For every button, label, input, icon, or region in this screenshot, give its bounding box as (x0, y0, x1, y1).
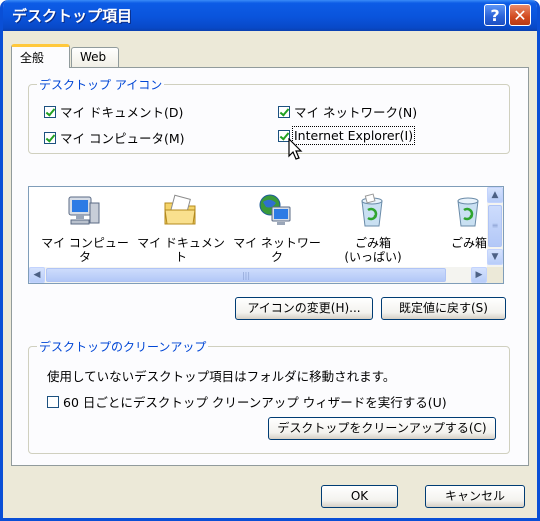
scroll-right-button[interactable]: ▶ (471, 267, 487, 283)
icon-item-my-computer[interactable]: マイ コンピュータ (39, 187, 131, 267)
tab-web[interactable]: Web (71, 47, 119, 67)
icon-label: マイ コンピュータ (41, 236, 129, 264)
checkbox-my-computer[interactable]: マイ コンピュータ(M) (44, 128, 185, 147)
arrow-right-icon: ▶ (475, 270, 483, 280)
cancel-button[interactable]: キャンセル (425, 485, 525, 508)
icon-label: マイ ドキュメント (137, 236, 225, 264)
restore-default-button[interactable]: 既定値に戻す(S) (381, 297, 506, 320)
scroll-up-button[interactable]: ▲ (487, 187, 503, 203)
checkbox-cleanup-wizard[interactable]: 60 日ごとにデスクトップ クリーンアップ ウィザードを実行する(U) (47, 392, 447, 411)
ok-button[interactable]: OK (321, 485, 398, 508)
my-documents-icon (164, 194, 196, 225)
tab-web-label: Web (80, 50, 107, 64)
checkbox-box[interactable] (278, 105, 290, 118)
arrow-left-icon: ◀ (33, 270, 41, 280)
close-button[interactable]: ✕ (509, 4, 531, 26)
icon-label: マイ ネットワーク (233, 236, 321, 264)
icon-item-my-network[interactable]: マイ ネットワーク (231, 187, 323, 267)
arrow-down-icon: ▼ (491, 252, 499, 262)
title-bar[interactable]: デスクトップ項目 ? ✕ (3, 0, 537, 31)
tab-general[interactable]: 全般 (11, 44, 70, 68)
horizontal-scrollbar[interactable]: ◀ ||| ▶ (29, 267, 487, 283)
my-computer-icon (68, 196, 100, 225)
checkbox-label: マイ ネットワーク(N) (294, 105, 418, 120)
arrow-up-icon: ▲ (491, 190, 499, 200)
cleanup-now-button-label: デスクトップをクリーンアップする(C) (277, 421, 487, 435)
checkbox-label: 60 日ごとにデスクトップ クリーンアップ ウィザードを実行する(U) (63, 395, 447, 410)
vertical-scrollbar[interactable]: ▲ ≡ ▼ (487, 187, 503, 267)
desktop-cleanup-group-title: デスクトップのクリーンアップ (37, 338, 209, 355)
ok-button-label: OK (350, 489, 369, 503)
icon-label: ごみ箱 (いっぱい) (344, 236, 402, 264)
change-icon-button[interactable]: アイコンの変更(H)... (235, 297, 373, 320)
recycle-bin-icon (457, 197, 479, 227)
checkbox-box[interactable] (47, 395, 59, 408)
desktop-icon-list[interactable]: マイ コンピュータ マイ ドキュメント マイ ネットワーク ごみ箱 (いっぱい)… (28, 186, 504, 284)
scroll-down-button[interactable]: ▼ (487, 249, 503, 265)
checkbox-my-network[interactable]: マイ ネットワーク(N) (278, 102, 417, 121)
question-icon: ? (490, 6, 500, 25)
my-network-icon (259, 194, 291, 225)
checkbox-label: マイ ドキュメント(D) (60, 105, 184, 120)
mouse-cursor-icon (288, 138, 303, 160)
close-icon: ✕ (513, 6, 527, 25)
horizontal-scroll-thumb[interactable]: ||| (46, 268, 446, 282)
icon-item-recycle-bin-full[interactable]: ごみ箱 (いっぱい) (327, 187, 419, 267)
cancel-button-label: キャンセル (444, 489, 505, 503)
window-title: デスクトップ項目 (12, 7, 133, 25)
cleanup-description: 使用していないデスクトップ項目はフォルダに移動されます。 (47, 369, 396, 384)
change-icon-button-label: アイコンの変更(H)... (247, 301, 361, 315)
scroll-left-button[interactable]: ◀ (29, 267, 45, 283)
help-button[interactable]: ? (484, 4, 506, 26)
checkbox-label: マイ コンピュータ(M) (60, 131, 185, 146)
vertical-scroll-thumb[interactable]: ≡ (488, 205, 502, 247)
checkbox-box[interactable] (44, 131, 56, 144)
cleanup-now-button[interactable]: デスクトップをクリーンアップする(C) (268, 417, 496, 440)
scrollbar-corner (487, 267, 503, 283)
dialog-window: デスクトップ項目 ? ✕ 全般 Web デスクトップ アイコン マイ ドキュメン… (0, 0, 540, 521)
restore-default-button-label: 既定値に戻す(S) (399, 301, 488, 315)
checkbox-label: Internet Explorer(I) (291, 126, 416, 145)
checkbox-box[interactable] (44, 105, 56, 118)
tab-general-label: 全般 (20, 51, 45, 65)
desktop-icons-group-title: デスクトップ アイコン (37, 76, 165, 93)
checkbox-my-documents[interactable]: マイ ドキュメント(D) (44, 102, 183, 121)
icon-item-my-documents[interactable]: マイ ドキュメント (135, 187, 227, 267)
recycle-bin-full-icon (361, 193, 383, 227)
